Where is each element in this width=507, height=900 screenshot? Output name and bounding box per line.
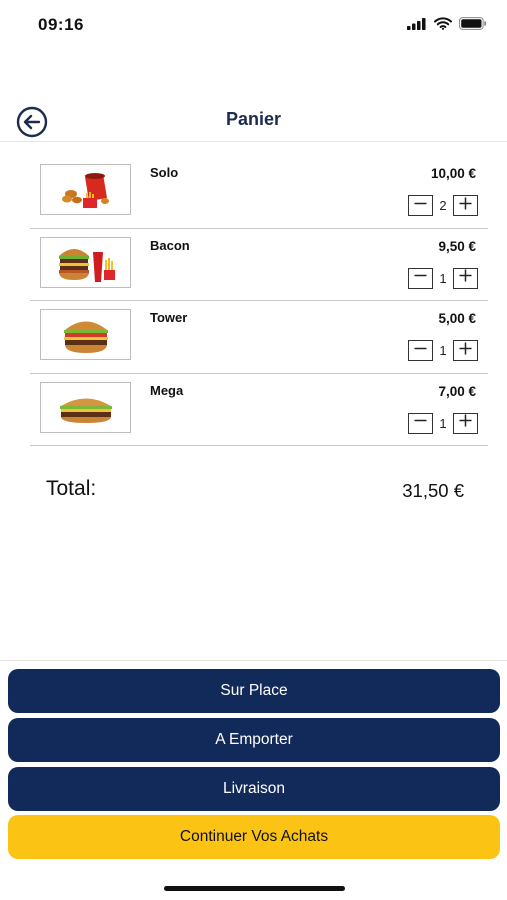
sur-place-button[interactable]: Sur Place (8, 669, 500, 713)
item-name: Mega (150, 382, 184, 398)
cart-list: Solo 10,00 € 2 Bacon 9,50 € 1 Tower 5,00… (30, 156, 488, 446)
quantity-stepper: 1 (408, 340, 478, 361)
total-label: Total: (46, 477, 97, 500)
burger-soda-fries-image (41, 237, 130, 287)
quantity-value: 1 (439, 415, 447, 431)
minus-icon (413, 341, 428, 361)
total-value: 31,50 € (402, 480, 464, 501)
decrement-button[interactable] (408, 267, 433, 289)
quantity-value: 2 (439, 198, 447, 213)
item-name: Bacon (150, 237, 190, 253)
plus-icon (458, 341, 473, 361)
item-price: 9,50 € (438, 238, 476, 254)
cart-item: Bacon 9,50 € 1 (30, 229, 488, 301)
wifi-icon (434, 17, 452, 35)
item-image (40, 164, 131, 215)
minus-icon (413, 196, 428, 216)
livraison-button[interactable]: Livraison (8, 767, 500, 811)
quantity-stepper: 1 (408, 412, 478, 434)
decrement-button[interactable] (408, 412, 433, 434)
plus-icon (458, 196, 473, 216)
decrement-button[interactable] (408, 195, 433, 216)
a-emporter-button[interactable]: A Emporter (8, 718, 500, 762)
cart-item: Solo 10,00 € 2 (30, 156, 488, 229)
minus-icon (413, 413, 428, 433)
item-image (40, 236, 131, 288)
status-time: 09:16 (38, 15, 84, 34)
decrement-button[interactable] (408, 340, 433, 361)
increment-button[interactable] (453, 195, 478, 216)
increment-button[interactable] (453, 412, 478, 434)
cart-item: Mega 7,00 € 1 (30, 374, 488, 446)
quantity-value: 1 (439, 270, 447, 286)
status-bar: 09:16 (0, 0, 507, 50)
item-name: Solo (150, 165, 179, 180)
order-options-panel: Sur Place A Emporter Livraison Continuer… (0, 660, 507, 900)
increment-button[interactable] (453, 267, 478, 289)
increment-button[interactable] (453, 340, 478, 361)
item-price: 5,00 € (438, 311, 476, 326)
battery-icon (459, 17, 487, 35)
signal-icon (407, 17, 427, 35)
plus-icon (458, 268, 473, 288)
cart-item: Tower 5,00 € 1 (30, 301, 488, 374)
burger-image (41, 310, 130, 359)
item-name: Tower (150, 310, 188, 325)
item-image (40, 381, 131, 433)
status-icons (407, 17, 487, 35)
minus-icon (413, 268, 428, 288)
burger-image (41, 382, 130, 432)
nav-bar: Panier (0, 96, 507, 142)
home-indicator[interactable] (164, 886, 345, 891)
item-image (40, 309, 131, 360)
food-combo-image (41, 165, 130, 214)
plus-icon (458, 413, 473, 433)
total-row: Total: 31,50 € (46, 477, 464, 507)
quantity-value: 1 (439, 343, 447, 358)
quantity-stepper: 2 (408, 195, 478, 216)
page-title: Panier (225, 109, 282, 129)
continue-shopping-button[interactable]: Continuer Vos Achats (8, 815, 500, 859)
item-price: 10,00 € (430, 166, 476, 181)
quantity-stepper: 1 (408, 267, 478, 289)
item-price: 7,00 € (438, 383, 476, 399)
